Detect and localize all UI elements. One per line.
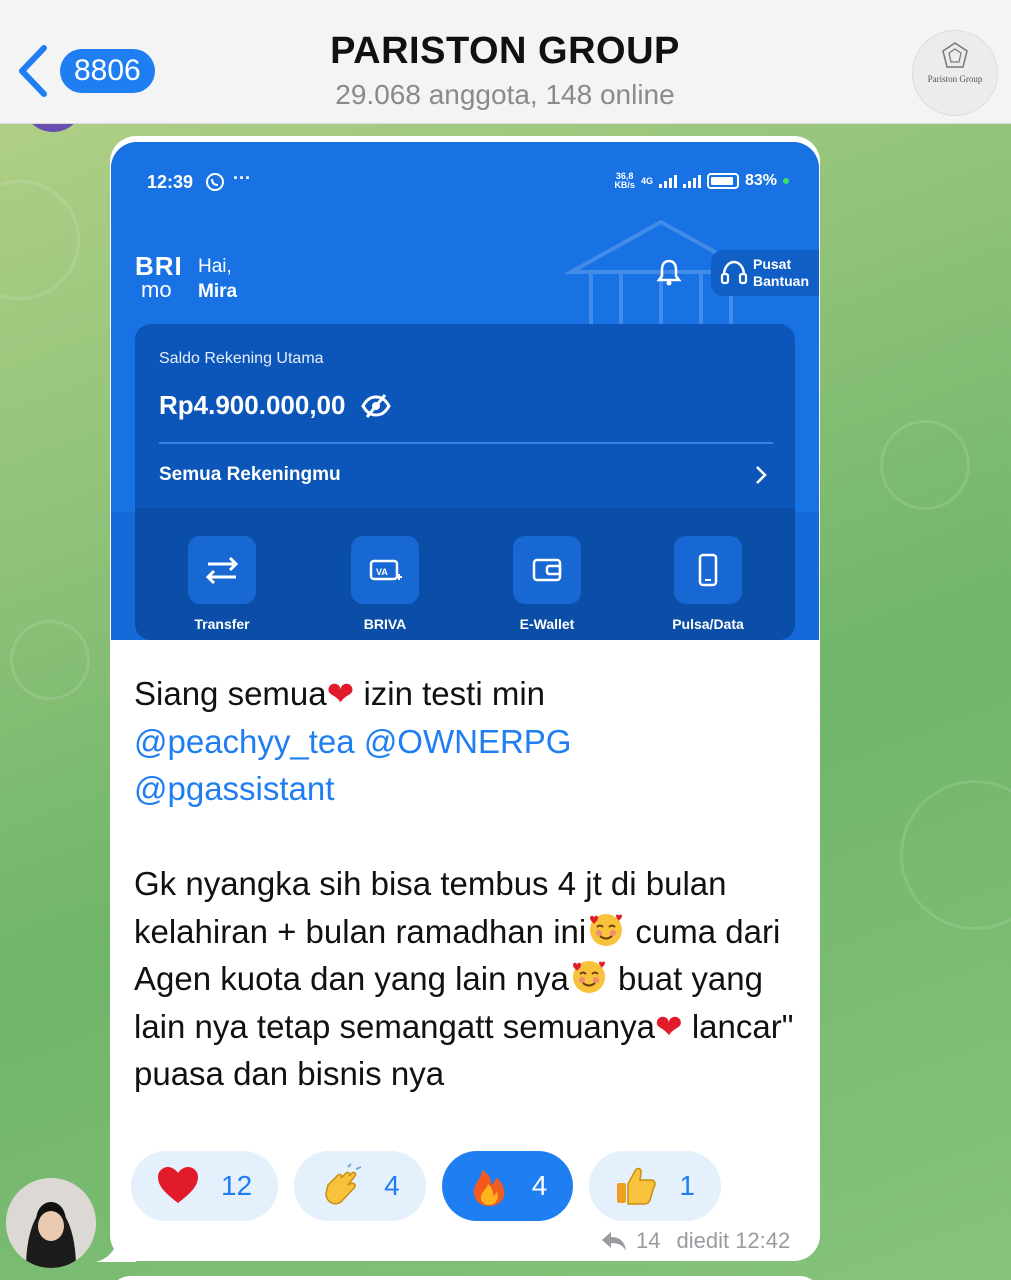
phone-icon bbox=[698, 553, 718, 587]
reaction-count: 4 bbox=[531, 1170, 548, 1201]
red-heart-emoji: ❤ bbox=[655, 1006, 683, 1046]
wallpaper-doodle bbox=[10, 620, 90, 700]
fire-icon bbox=[473, 1170, 504, 1206]
network-speed: 36,8 KB/s bbox=[614, 171, 635, 190]
wallpaper-doodle bbox=[880, 420, 970, 510]
battery-icon bbox=[706, 173, 739, 189]
next-message-bubble[interactable] bbox=[110, 1276, 820, 1280]
status-time: 12:39 bbox=[147, 172, 194, 192]
greeting-text: Hai, bbox=[198, 256, 232, 277]
chevron-left-icon bbox=[19, 45, 47, 97]
menu-pulsa-data[interactable]: Pulsa/Data bbox=[638, 536, 778, 632]
chat-title-block[interactable]: PARISTON GROUP 29.068 anggota, 148 onlin… bbox=[230, 30, 780, 111]
reply-count: 14 bbox=[636, 1228, 661, 1253]
brimo-logo: BRI mo bbox=[135, 251, 183, 302]
network-type: 4G bbox=[640, 175, 653, 186]
wallet-icon bbox=[532, 558, 562, 582]
privacy-dot bbox=[783, 178, 789, 184]
signal-icon-2 bbox=[682, 174, 701, 188]
card-divider bbox=[159, 442, 773, 444]
status-indicators: 36,8 KB/s 4G 83% bbox=[614, 172, 789, 190]
reactions-bar: 12 4 4 1 bbox=[131, 1151, 721, 1221]
group-logo-icon bbox=[942, 42, 968, 68]
message-part: Siang semua bbox=[134, 675, 327, 712]
wallpaper-doodle bbox=[900, 780, 1011, 930]
whatsapp-icon bbox=[206, 173, 224, 191]
status-bar: 12:39 ··· 36,8 KB/s 4G 83% bbox=[111, 142, 819, 212]
headset-icon bbox=[720, 260, 748, 285]
all-accounts-link[interactable]: Semua Rekeningmu bbox=[159, 464, 341, 486]
reaction-clap[interactable]: 4 bbox=[294, 1151, 426, 1221]
reaction-thumbs-up[interactable]: 1 bbox=[589, 1151, 721, 1221]
menu-briva[interactable]: VA BRIVA bbox=[315, 536, 455, 632]
smiling-hearts-emoji bbox=[572, 961, 605, 993]
message-text: Siang semua❤ izin testi min @peachyy_tea… bbox=[134, 670, 804, 1098]
clapping-hands-icon bbox=[325, 1163, 362, 1205]
smiling-hearts-emoji bbox=[590, 913, 623, 946]
edited-time: diedit 12:42 bbox=[676, 1228, 791, 1253]
signal-icon bbox=[658, 174, 677, 188]
menu-label: Transfer bbox=[194, 616, 250, 632]
reply-icon[interactable] bbox=[600, 1229, 628, 1253]
reaction-count: 12 bbox=[221, 1170, 253, 1201]
bubble-tail bbox=[96, 1228, 136, 1262]
briva-icon: VA bbox=[369, 559, 402, 581]
menu-transfer[interactable]: Transfer bbox=[152, 536, 292, 632]
chevron-right-icon[interactable] bbox=[751, 462, 771, 488]
reaction-count: 1 bbox=[679, 1170, 695, 1201]
user-name: Mira bbox=[198, 281, 238, 302]
message-part: izin testi min bbox=[354, 675, 545, 712]
balance-card: Saldo Rekening Utama Rp4.900.000,00 Semu… bbox=[135, 324, 795, 640]
reaction-count: 4 bbox=[384, 1170, 400, 1201]
greeting: Hai, Mira bbox=[198, 254, 237, 304]
balance-label: Saldo Rekening Utama bbox=[159, 350, 324, 367]
group-logo-text: Pariston Group bbox=[927, 74, 983, 84]
chat-header: 8806 PARISTON GROUP 29.068 anggota, 148 … bbox=[0, 0, 1011, 124]
transfer-icon bbox=[205, 556, 239, 585]
reaction-heart[interactable]: 12 bbox=[131, 1151, 279, 1221]
eye-off-icon[interactable] bbox=[361, 393, 392, 419]
group-avatar[interactable]: Pariston Group bbox=[912, 30, 998, 116]
heart-icon bbox=[158, 1167, 198, 1203]
mention-link[interactable]: @OWNERPG bbox=[364, 723, 572, 760]
menu-label: BRIVA bbox=[363, 616, 407, 632]
help-center-button[interactable]: Pusat Bantuan bbox=[711, 250, 819, 296]
chat-member-count: 29.068 anggota, 148 online bbox=[335, 79, 675, 110]
chat-title: PARISTON GROUP bbox=[330, 30, 680, 72]
balance-row: Rp4.900.000,00 bbox=[159, 390, 392, 421]
back-button[interactable]: 8806 bbox=[14, 42, 155, 100]
menu-ewallet[interactable]: E-Wallet bbox=[477, 536, 617, 632]
svg-text:VA: VA bbox=[376, 567, 388, 577]
wallpaper-doodle bbox=[0, 180, 80, 300]
help-label-2: Bantuan bbox=[753, 273, 809, 289]
sender-avatar[interactable] bbox=[6, 1178, 96, 1268]
mention-link[interactable]: @pgassistant bbox=[134, 770, 334, 807]
thumbs-up-icon bbox=[617, 1167, 657, 1205]
quick-menu: Transfer VA BRIVA E-Wallet Pulsa/Data bbox=[135, 508, 795, 640]
help-label-1: Pusat bbox=[753, 256, 792, 272]
mention-link[interactable]: @peachyy_tea bbox=[134, 723, 355, 760]
red-heart-emoji: ❤ bbox=[326, 674, 355, 713]
status-more: ··· bbox=[233, 168, 251, 188]
reaction-fire[interactable]: 4 bbox=[441, 1151, 574, 1221]
brimo-logo-line1: BRI bbox=[135, 251, 183, 281]
menu-label: Pulsa/Data bbox=[672, 616, 744, 632]
menu-label: E-Wallet bbox=[519, 616, 575, 632]
balance-amount: Rp4.900.000,00 bbox=[159, 390, 346, 420]
attached-screenshot[interactable]: 12:39 ··· 36,8 KB/s 4G 83% BRI mo Hai, M… bbox=[111, 142, 819, 640]
bell-icon[interactable] bbox=[656, 258, 682, 286]
brimo-logo-line2: mo bbox=[141, 277, 172, 302]
battery-level: 83% bbox=[744, 172, 777, 189]
unread-count-badge: 8806 bbox=[60, 49, 155, 93]
message-meta: 14 diedit 12:42 bbox=[600, 1228, 790, 1254]
sender-photo bbox=[6, 1178, 96, 1268]
